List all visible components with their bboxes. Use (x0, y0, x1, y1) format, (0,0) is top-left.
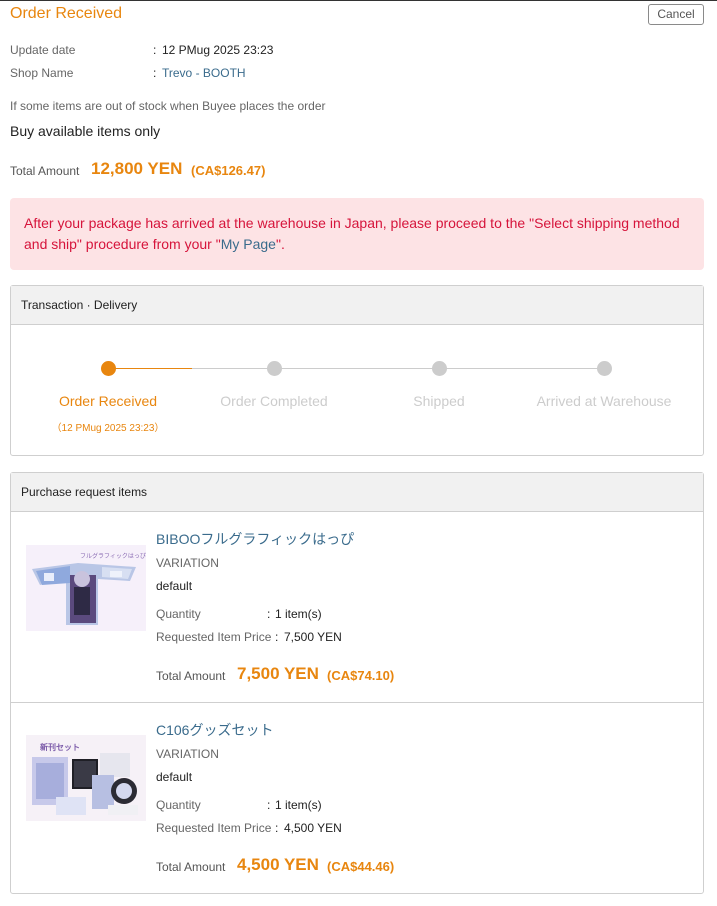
price-label: Requested Item Price (156, 630, 272, 644)
item-total-label: Total Amount (156, 669, 226, 683)
item-total-cad: (CA$44.46) (327, 859, 395, 874)
transaction-panel-title: Transaction · Delivery (11, 286, 703, 325)
quantity-value: 1 item(s) (275, 798, 322, 812)
shipping-alert: After your package has arrived at the wa… (10, 198, 704, 270)
purchase-items-title: Purchase request items (11, 473, 703, 512)
page-title: Order Received (10, 5, 123, 22)
stock-choice: Buy available items only (10, 123, 161, 139)
step-label-order-received: Order Received (58, 393, 158, 409)
purchase-items-panel: Purchase request items フルグラフィックはっぴ BIBOO… (10, 472, 704, 894)
shop-name-colon: : (153, 66, 157, 80)
step-dot-shipped (432, 361, 447, 376)
item-total-cad: (CA$74.10) (327, 668, 395, 683)
variation-value: default (156, 770, 193, 784)
variation-value: default (156, 579, 193, 593)
list-item: 新刊セット C106グッズセット VARIATION default Quant… (11, 703, 703, 893)
transaction-panel: Transaction · Delivery Order Received （1… (10, 285, 704, 456)
cancel-button[interactable]: Cancel (648, 4, 704, 25)
quantity-colon: : (267, 798, 271, 812)
thumb-caption-happi: フルグラフィックはっぴ (80, 552, 146, 560)
list-item: フルグラフィックはっぴ BIBOOフルグラフィックはっぴ VARIATION d… (11, 512, 703, 702)
item-total-yen: 4,500 YEN (237, 855, 319, 874)
shop-name-link[interactable]: Trevo - BOOTH (162, 66, 246, 80)
price-value: 7,500 YEN (284, 630, 342, 644)
item-name-link[interactable]: C106グッズセット (156, 720, 273, 740)
variation-label: VARIATION (156, 556, 219, 570)
total-amount-yen: 12,800 YEN (91, 159, 183, 178)
alert-text-start: After your package has arrived at the wa… (24, 215, 680, 252)
price-colon: : (275, 630, 279, 644)
update-date-value: 12 PMug 2025 23:23 (162, 43, 274, 57)
progress-line-pending (192, 368, 605, 369)
alert-text-end: ". (275, 236, 285, 252)
quantity-label: Quantity (156, 607, 201, 621)
variation-label: VARIATION (156, 747, 219, 761)
item-total-yen: 7,500 YEN (237, 664, 319, 683)
quantity-value: 1 item(s) (275, 607, 322, 621)
total-amount-label: Total Amount (10, 164, 80, 178)
item-total-label: Total Amount (156, 860, 226, 874)
quantity-label: Quantity (156, 798, 201, 812)
step-label-arrived-warehouse: Arrived at Warehouse (536, 393, 672, 409)
top-border (0, 0, 717, 1)
step-date-order-received: （12 PMug 2025 23:23） (51, 423, 165, 434)
step-label-order-completed: Order Completed (220, 393, 328, 409)
progress-line-done (109, 368, 192, 369)
step-dot-order-completed (267, 361, 282, 376)
step-label-shipped: Shipped (413, 393, 465, 409)
stock-note: If some items are out of stock when Buye… (10, 99, 326, 113)
shop-name-label: Shop Name (10, 66, 74, 80)
step-dot-arrived-warehouse (597, 361, 612, 376)
price-value: 4,500 YEN (284, 821, 342, 835)
update-date-label: Update date (10, 43, 76, 57)
item-name-link[interactable]: BIBOOフルグラフィックはっぴ (156, 529, 354, 549)
quantity-colon: : (267, 607, 271, 621)
price-colon: : (275, 821, 279, 835)
item-thumbnail-goods-set[interactable]: 新刊セット (26, 735, 146, 821)
price-label: Requested Item Price (156, 821, 272, 835)
step-dot-order-received (101, 361, 116, 376)
my-page-link[interactable]: My Page (221, 236, 276, 252)
item-thumbnail-happi[interactable]: フルグラフィックはっぴ (26, 545, 146, 631)
update-date-colon: : (153, 43, 157, 57)
thumb-caption-goods-set: 新刊セット (40, 742, 80, 752)
total-amount-cad: (CA$126.47) (191, 163, 266, 178)
